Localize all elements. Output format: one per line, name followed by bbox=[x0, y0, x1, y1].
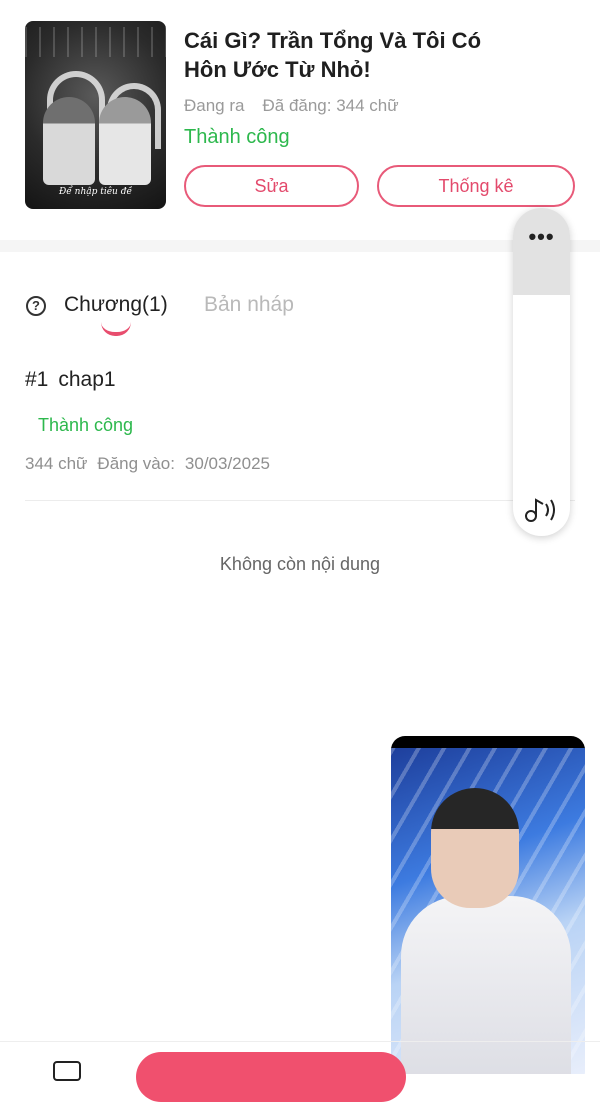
edit-button[interactable]: Sửa bbox=[184, 165, 359, 207]
chapter-name: chap1 bbox=[58, 368, 116, 391]
book-meta: Đang ra Đã đăng: 344 chữ bbox=[184, 96, 399, 116]
stats-button[interactable]: Thống kê bbox=[377, 165, 575, 207]
list-divider bbox=[25, 500, 575, 501]
chapter-meta: 344 chữ Đăng vào: 30/03/2025 bbox=[25, 454, 270, 474]
cover-person bbox=[43, 97, 95, 185]
video-person-head bbox=[431, 788, 519, 908]
book-review-status: Thành công bbox=[184, 126, 290, 148]
music-note-icon[interactable] bbox=[521, 494, 563, 524]
video-person-body bbox=[401, 896, 571, 1074]
book-cover[interactable]: Để nhập tiêu đề bbox=[25, 21, 166, 209]
active-tab-indicator bbox=[101, 322, 131, 336]
book-title: Cái Gì? Trần Tổng Và Tôi Có Hôn Ước Từ N… bbox=[184, 28, 482, 82]
chapter-number: #1 bbox=[25, 368, 49, 391]
chapter-posted-label: Đăng vào: bbox=[97, 454, 175, 473]
floating-video-player[interactable] bbox=[391, 736, 585, 1074]
chapter-posted-date: 30/03/2025 bbox=[184, 454, 271, 473]
primary-action-button[interactable] bbox=[136, 1052, 406, 1102]
section-divider bbox=[0, 240, 600, 252]
question-circle-icon[interactable]: ? bbox=[26, 296, 46, 316]
catalog-icon[interactable] bbox=[53, 1061, 81, 1081]
panel-header bbox=[513, 208, 570, 295]
cover-person bbox=[99, 97, 151, 185]
floating-side-panel[interactable]: ••• bbox=[513, 208, 570, 536]
chapter-status: Thành công bbox=[38, 415, 134, 435]
cover-decoration bbox=[25, 27, 166, 57]
tab-drafts[interactable]: Bản nháp bbox=[204, 293, 294, 317]
bottom-bar-divider bbox=[0, 1041, 600, 1042]
cover-caption: Để nhập tiêu đề bbox=[58, 187, 133, 197]
chapter-title[interactable]: #1 chap1 bbox=[25, 368, 116, 392]
empty-state-text: Không còn nội dung bbox=[219, 554, 381, 574]
more-dots-icon[interactable]: ••• bbox=[513, 224, 570, 250]
chapter-word-count: 344 chữ bbox=[25, 454, 88, 473]
tab-chapters[interactable]: Chương(1) bbox=[64, 293, 168, 317]
book-state: Đang ra bbox=[184, 96, 245, 115]
book-word-count: Đã đăng: 344 chữ bbox=[262, 96, 399, 115]
